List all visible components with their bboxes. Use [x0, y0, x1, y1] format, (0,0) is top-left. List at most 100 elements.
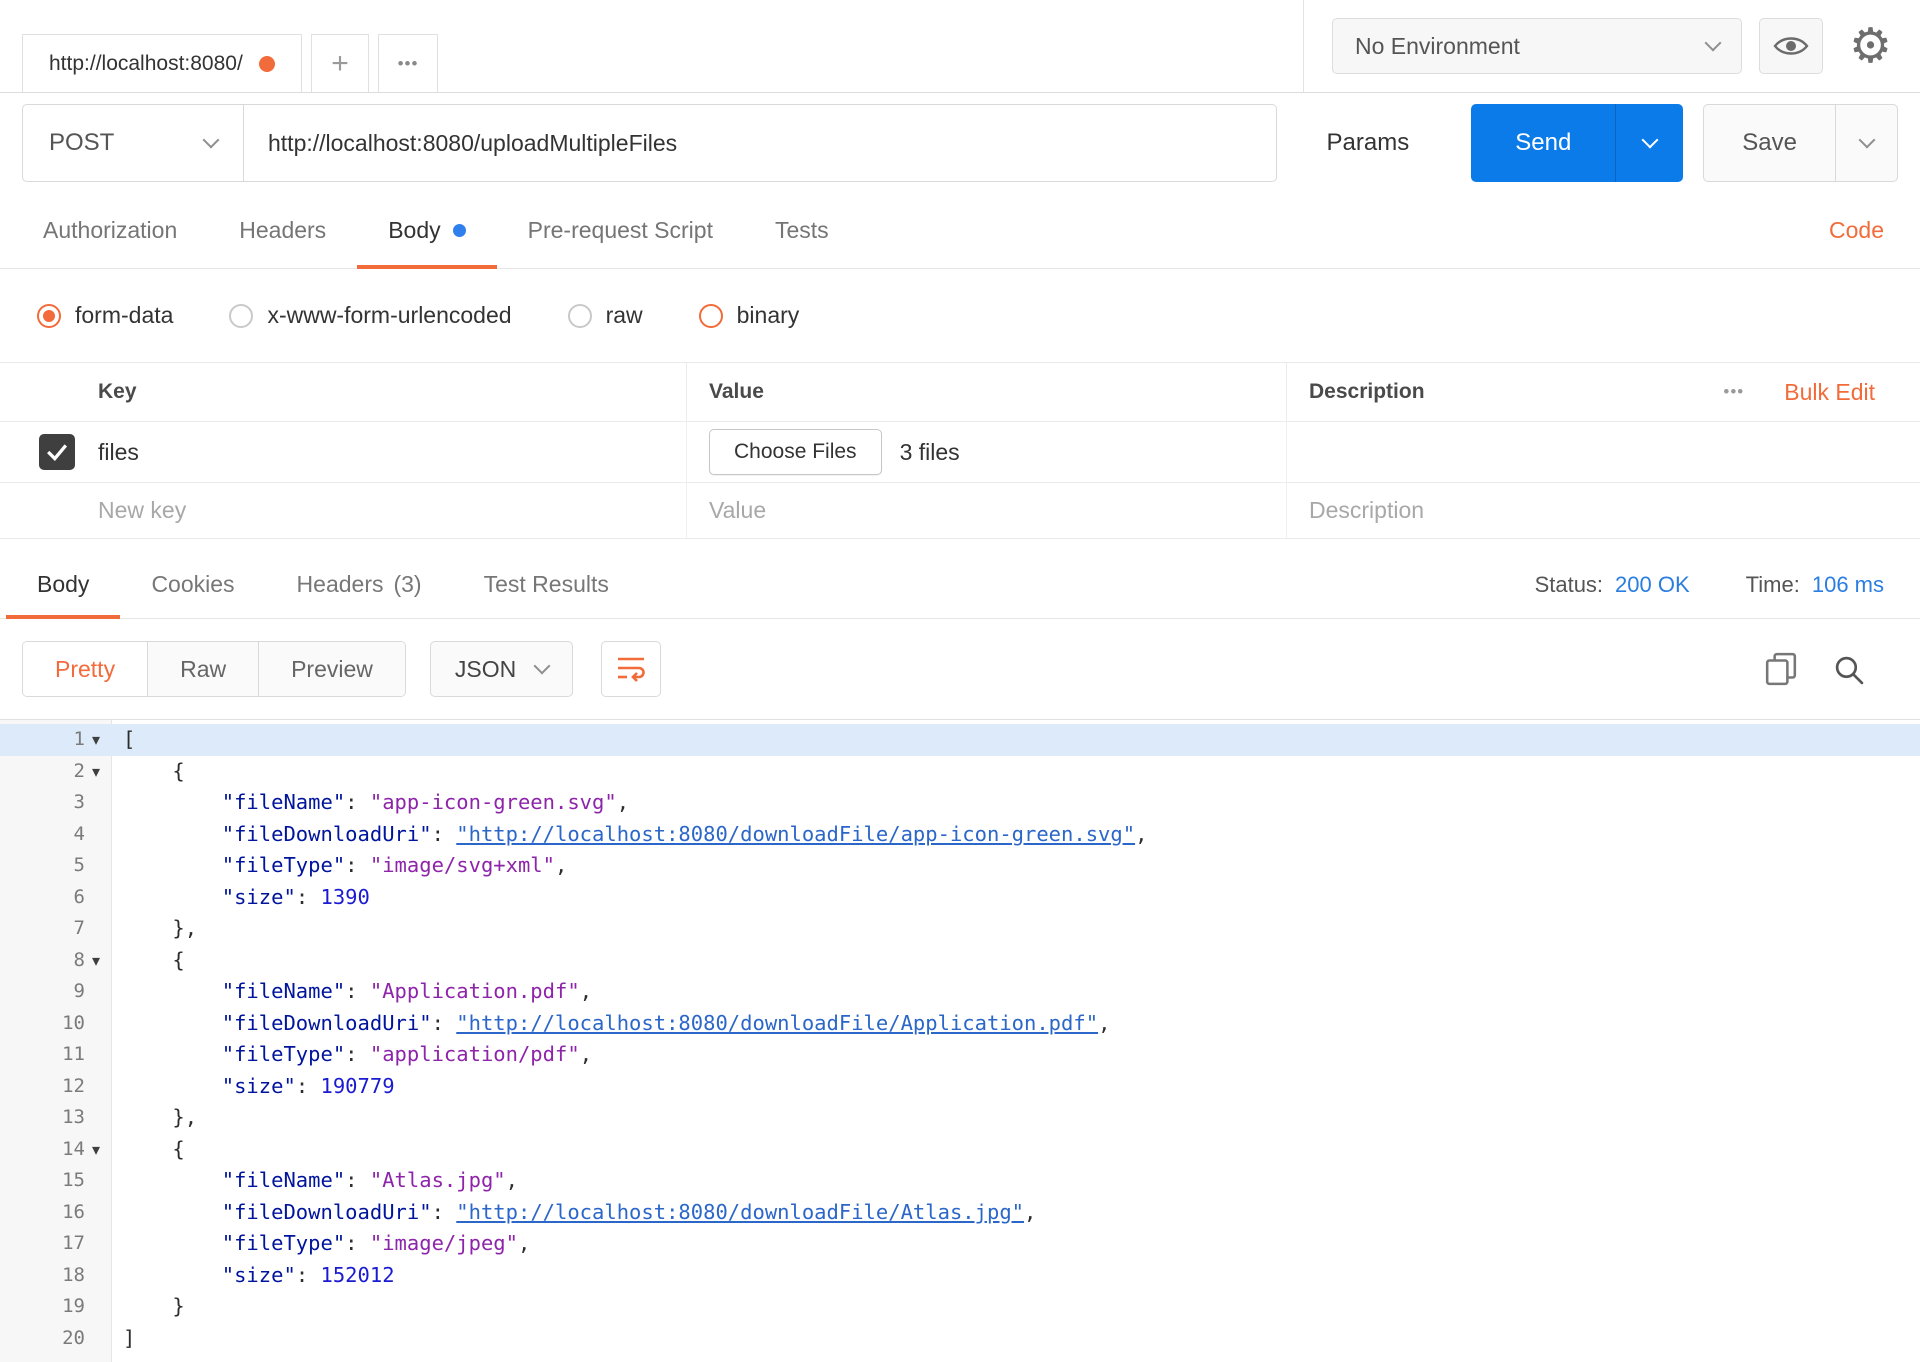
- fold-toggle-icon[interactable]: ▾: [85, 1134, 107, 1166]
- radio-icon: [698, 303, 723, 328]
- body-mode-binary[interactable]: binary: [698, 302, 799, 329]
- chevron-down-icon: [1858, 131, 1875, 149]
- environment-selector-value: No Environment: [1354, 32, 1520, 59]
- tab-overflow-button[interactable]: •••: [378, 34, 438, 92]
- code-text: "size": 1390: [221, 884, 370, 909]
- code-line: 1 ▾ [: [0, 724, 1920, 756]
- code-link[interactable]: Code: [1829, 217, 1884, 244]
- fold-toggle-icon[interactable]: ▾: [85, 756, 107, 788]
- code-text: "fileName": "Atlas.jpg",: [221, 1168, 518, 1192]
- url-input[interactable]: [244, 104, 1277, 182]
- tab-headers[interactable]: Headers: [208, 193, 357, 268]
- line-gutter[interactable]: 14 ▾: [0, 1134, 112, 1166]
- code-text: "size": 190779: [221, 1073, 395, 1098]
- radio-icon: [229, 303, 254, 328]
- view-mode-pretty[interactable]: Pretty: [23, 642, 149, 696]
- method-select[interactable]: POST: [22, 104, 244, 182]
- line-number: 9: [73, 980, 85, 1002]
- column-header-key: Key: [98, 380, 137, 403]
- save-button[interactable]: Save: [1704, 105, 1835, 181]
- tab-authorization[interactable]: Authorization: [12, 193, 208, 268]
- response-tab-test-results[interactable]: Test Results: [453, 551, 640, 618]
- copy-icon: [1765, 652, 1797, 686]
- tab-label: Tests: [774, 217, 829, 243]
- code-text: },: [123, 916, 198, 940]
- response-tab-body[interactable]: Body: [6, 551, 121, 619]
- params-button[interactable]: Params: [1291, 104, 1446, 182]
- body-mode-x-www-form-urlencoded[interactable]: x-www-form-urlencoded: [229, 302, 512, 329]
- search-response-button[interactable]: [1833, 654, 1864, 685]
- response-tab-cookies[interactable]: Cookies: [120, 551, 265, 618]
- line-number: 8: [73, 948, 85, 971]
- bulk-edit-button[interactable]: Bulk Edit: [1784, 379, 1875, 406]
- code-line: 17 "fileType": "image/jpeg",: [0, 1228, 1920, 1260]
- code-text: "fileType": "image/jpeg",: [221, 1231, 531, 1255]
- code-line: 11 "fileType": "application/pdf",: [0, 1039, 1920, 1071]
- environment-area: No Environment ⚙: [1302, 0, 1920, 92]
- unsaved-indicator-dot: [259, 55, 275, 72]
- line-number: 7: [73, 917, 85, 939]
- row-enabled-checkbox[interactable]: [39, 434, 75, 470]
- tab-body[interactable]: Body: [357, 193, 498, 269]
- headers-count: (3): [393, 571, 422, 597]
- send-button-group: Send: [1471, 104, 1684, 182]
- line-number: 20: [62, 1326, 85, 1349]
- time-label: Time:: [1745, 571, 1800, 597]
- body-mode-label: raw: [605, 302, 643, 328]
- code-text: }: [123, 1294, 185, 1318]
- body-mode-form-data[interactable]: form-data: [37, 302, 173, 329]
- table-menu-icon[interactable]: •••: [1723, 382, 1744, 402]
- new-value-input[interactable]: [709, 497, 1240, 524]
- viewer-right-actions: [1765, 652, 1898, 686]
- open-request-tab[interactable]: http://localhost:8080/: [22, 34, 302, 92]
- send-options-button[interactable]: [1615, 104, 1684, 182]
- line-gutter: 19: [0, 1291, 112, 1323]
- line-gutter: 15: [0, 1165, 112, 1197]
- line-gutter: 20: [0, 1323, 112, 1355]
- save-options-button[interactable]: [1835, 105, 1897, 181]
- choose-files-button[interactable]: Choose Files: [709, 429, 882, 475]
- description-cell[interactable]: [1286, 422, 1632, 482]
- line-gutter: 11: [0, 1039, 112, 1071]
- line-number: 11: [62, 1043, 85, 1065]
- code-line: 4 "fileDownloadUri": "http://localhost:8…: [0, 819, 1920, 851]
- fold-toggle-icon[interactable]: ▾: [85, 724, 107, 756]
- tab-pre-request-script[interactable]: Pre-request Script: [497, 193, 744, 268]
- body-mode-raw[interactable]: raw: [567, 302, 643, 329]
- code-text: "fileDownloadUri": "http://localhost:808…: [221, 1199, 1037, 1224]
- tab-tests[interactable]: Tests: [744, 193, 860, 268]
- copy-response-button[interactable]: [1765, 652, 1797, 686]
- view-mode-raw[interactable]: Raw: [148, 642, 260, 696]
- line-number: 5: [73, 854, 85, 876]
- chevron-down-icon: [202, 131, 220, 149]
- environment-quick-look-button[interactable]: [1758, 18, 1823, 74]
- language-select[interactable]: JSON: [429, 641, 574, 697]
- tab-label: Headers: [239, 217, 327, 243]
- files-count-text: 3 files: [899, 438, 960, 465]
- line-gutter[interactable]: 1 ▾: [0, 724, 112, 756]
- request-section-tabs: Authorization Headers Body Pre-request S…: [0, 193, 1920, 269]
- new-description-input[interactable]: [1309, 497, 1607, 524]
- view-mode-preview[interactable]: Preview: [259, 642, 405, 696]
- wrap-lines-button[interactable]: [601, 641, 662, 697]
- new-key-input[interactable]: [98, 497, 628, 524]
- line-gutter: 9: [0, 976, 112, 1008]
- key-cell[interactable]: files: [98, 439, 686, 466]
- new-tab-button[interactable]: +: [311, 34, 369, 92]
- send-button[interactable]: Send: [1471, 104, 1616, 182]
- settings-gear-icon[interactable]: ⚙: [1849, 22, 1892, 70]
- fold-toggle-icon[interactable]: ▾: [85, 945, 107, 977]
- line-gutter[interactable]: 2 ▾: [0, 756, 112, 788]
- line-number: 14: [62, 1137, 85, 1160]
- response-tab-headers[interactable]: Headers (3): [266, 551, 453, 618]
- line-number: 17: [62, 1232, 85, 1254]
- response-body-viewer[interactable]: 1 ▾[2 ▾ {3 "fileName": "app-icon-green.svg…: [0, 719, 1920, 1362]
- line-gutter[interactable]: 8 ▾: [0, 945, 112, 977]
- line-number: 2: [73, 759, 85, 782]
- request-builder: POST Params Send Save: [0, 93, 1920, 193]
- form-data-table: Key Value Description ••• Bulk Edit file…: [0, 362, 1920, 539]
- checkbox-cell: [39, 434, 98, 470]
- form-data-row-files: files Choose Files 3 files: [0, 422, 1920, 483]
- environment-selector[interactable]: No Environment: [1331, 18, 1742, 74]
- line-gutter: 17: [0, 1228, 112, 1260]
